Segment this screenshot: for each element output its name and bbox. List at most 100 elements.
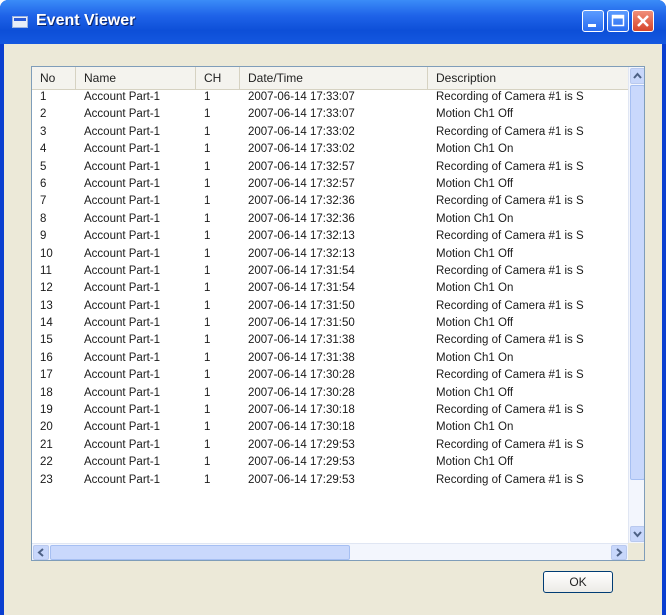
- cell-no: 22: [40, 456, 53, 469]
- cell-no: 14: [40, 317, 53, 330]
- table-row[interactable]: 10 Account Part-1 1 2007-06-14 17:32:13 Moti…: [32, 246, 628, 263]
- cell-name: Account Part-1: [84, 299, 161, 312]
- cell-no: 15: [40, 334, 53, 347]
- horizontal-scroll-thumb[interactable]: [50, 545, 350, 560]
- cell-datetime: 2007-06-14 17:33:02: [248, 125, 355, 138]
- table-row[interactable]: 13 Account Part-1 1 2007-06-14 17:31:50 Reco…: [32, 298, 628, 315]
- cell-datetime: 2007-06-14 17:31:38: [248, 334, 355, 347]
- cell-name: Account Part-1: [84, 456, 161, 469]
- cell-description: Recording of Camera #1 is S: [436, 334, 584, 347]
- minimize-button[interactable]: [582, 10, 604, 32]
- table-row[interactable]: 21 Account Part-1 1 2007-06-14 17:29:53 Reco…: [32, 437, 628, 454]
- chevron-left-icon: [37, 548, 44, 557]
- table-row[interactable]: 8 Account Part-1 1 2007-06-14 17:32:36 Motio…: [32, 211, 628, 228]
- event-list[interactable]: No Name CH Date/Time Description 1 Accoun…: [31, 66, 645, 561]
- cell-description: Recording of Camera #1 is S: [436, 264, 584, 277]
- cell-name: Account Part-1: [84, 177, 161, 190]
- table-row[interactable]: 6 Account Part-1 1 2007-06-14 17:32:57 Motio…: [32, 176, 628, 193]
- cell-datetime: 2007-06-14 17:31:50: [248, 299, 355, 312]
- chevron-down-icon: [633, 531, 642, 538]
- column-header-no[interactable]: No: [32, 67, 76, 89]
- table-row[interactable]: 23 Account Part-1 1 2007-06-14 17:29:53 Reco…: [32, 472, 628, 489]
- table-row[interactable]: 1 Account Part-1 1 2007-06-14 17:33:07 Recor…: [32, 89, 628, 106]
- cell-name: Account Part-1: [84, 351, 161, 364]
- table-row[interactable]: 12 Account Part-1 1 2007-06-14 17:31:54 Moti…: [32, 280, 628, 297]
- table-row[interactable]: 7 Account Part-1 1 2007-06-14 17:32:36 Recor…: [32, 193, 628, 210]
- scroll-down-button[interactable]: [630, 526, 644, 542]
- table-row[interactable]: 17 Account Part-1 1 2007-06-14 17:30:28 Reco…: [32, 367, 628, 384]
- vertical-scroll-thumb[interactable]: [630, 85, 644, 480]
- cell-ch: 1: [204, 404, 211, 417]
- cell-no: 11: [40, 264, 52, 277]
- cell-description: Recording of Camera #1 is S: [436, 473, 584, 486]
- window-title: Event Viewer: [36, 12, 136, 29]
- table-row[interactable]: 5 Account Part-1 1 2007-06-14 17:32:57 Recor…: [32, 159, 628, 176]
- cell-name: Account Part-1: [84, 438, 161, 451]
- cell-name: Account Part-1: [84, 160, 161, 173]
- cell-description: Motion Ch1 Off: [436, 386, 514, 399]
- cell-ch: 1: [204, 195, 211, 208]
- column-header-ch[interactable]: CH: [196, 67, 240, 89]
- table-row[interactable]: 16 Account Part-1 1 2007-06-14 17:31:38 Moti…: [32, 350, 628, 367]
- scroll-left-button[interactable]: [33, 545, 49, 560]
- cell-description: Recording of Camera #1 is S: [436, 369, 584, 382]
- vertical-scrollbar[interactable]: [628, 67, 644, 543]
- table-row[interactable]: 4 Account Part-1 1 2007-06-14 17:33:02 Motio…: [32, 141, 628, 158]
- cell-datetime: 2007-06-14 17:33:07: [248, 91, 355, 103]
- table-row[interactable]: 11 Account Part-1 1 2007-06-14 17:31:54 Reco…: [32, 263, 628, 280]
- cell-no: 16: [40, 351, 53, 364]
- cell-datetime: 2007-06-14 17:29:53: [248, 456, 355, 469]
- cell-datetime: 2007-06-14 17:32:57: [248, 177, 355, 190]
- cell-no: 20: [40, 421, 53, 434]
- table-row[interactable]: 2 Account Part-1 1 2007-06-14 17:33:07 Motio…: [32, 106, 628, 123]
- column-header-name[interactable]: Name: [76, 67, 196, 89]
- cell-description: Recording of Camera #1 is S: [436, 438, 584, 451]
- cell-no: 4: [40, 143, 47, 156]
- title-bar[interactable]: Event Viewer: [0, 0, 666, 44]
- cell-name: Account Part-1: [84, 143, 161, 156]
- cell-ch: 1: [204, 91, 211, 103]
- cell-no: 1: [40, 91, 47, 103]
- cell-no: 17: [40, 369, 53, 382]
- cell-no: 5: [40, 160, 47, 173]
- cell-ch: 1: [204, 160, 211, 173]
- ok-button[interactable]: OK: [543, 571, 613, 593]
- cell-ch: 1: [204, 421, 211, 434]
- maximize-button[interactable]: [607, 10, 629, 32]
- scroll-up-button[interactable]: [630, 68, 644, 84]
- cell-ch: 1: [204, 351, 211, 364]
- close-button[interactable]: [632, 10, 654, 32]
- cell-datetime: 2007-06-14 17:32:13: [248, 230, 355, 243]
- cell-datetime: 2007-06-14 17:31:50: [248, 317, 355, 330]
- cell-description: Motion Ch1 Off: [436, 177, 514, 190]
- table-row[interactable]: 18 Account Part-1 1 2007-06-14 17:30:28 Moti…: [32, 385, 628, 402]
- table-row[interactable]: 22 Account Part-1 1 2007-06-14 17:29:53 Moti…: [32, 454, 628, 471]
- horizontal-scrollbar[interactable]: [32, 543, 628, 560]
- cell-name: Account Part-1: [84, 230, 161, 243]
- cell-ch: 1: [204, 386, 211, 399]
- cell-datetime: 2007-06-14 17:31:54: [248, 282, 355, 295]
- column-header-datetime[interactable]: Date/Time: [240, 67, 428, 89]
- event-viewer-window: Event Viewer No Name CH Date/Time Descri…: [0, 0, 666, 615]
- table-row[interactable]: 9 Account Part-1 1 2007-06-14 17:32:13 Recor…: [32, 228, 628, 245]
- table-row[interactable]: 20 Account Part-1 1 2007-06-14 17:30:18 Moti…: [32, 419, 628, 436]
- table-row[interactable]: 19 Account Part-1 1 2007-06-14 17:30:18 Reco…: [32, 402, 628, 419]
- cell-no: 19: [40, 404, 53, 417]
- cell-description: Recording of Camera #1 is S: [436, 230, 584, 243]
- cell-datetime: 2007-06-14 17:30:18: [248, 421, 355, 434]
- cell-datetime: 2007-06-14 17:29:53: [248, 473, 355, 486]
- scroll-right-button[interactable]: [611, 545, 627, 560]
- cell-ch: 1: [204, 473, 211, 486]
- cell-description: Recording of Camera #1 is S: [436, 91, 584, 103]
- cell-no: 9: [40, 230, 47, 243]
- cell-ch: 1: [204, 247, 211, 260]
- table-row[interactable]: 14 Account Part-1 1 2007-06-14 17:31:50 Moti…: [32, 315, 628, 332]
- chevron-up-icon: [633, 72, 642, 79]
- table-row[interactable]: 15 Account Part-1 1 2007-06-14 17:31:38 Reco…: [32, 332, 628, 349]
- cell-datetime: 2007-06-14 17:30:28: [248, 386, 355, 399]
- table-row[interactable]: 3 Account Part-1 1 2007-06-14 17:33:02 Recor…: [32, 124, 628, 141]
- cell-description: Motion Ch1 Off: [436, 317, 514, 330]
- cell-ch: 1: [204, 334, 211, 347]
- column-header-description[interactable]: Description: [428, 67, 628, 89]
- cell-datetime: 2007-06-14 17:31:54: [248, 264, 355, 277]
